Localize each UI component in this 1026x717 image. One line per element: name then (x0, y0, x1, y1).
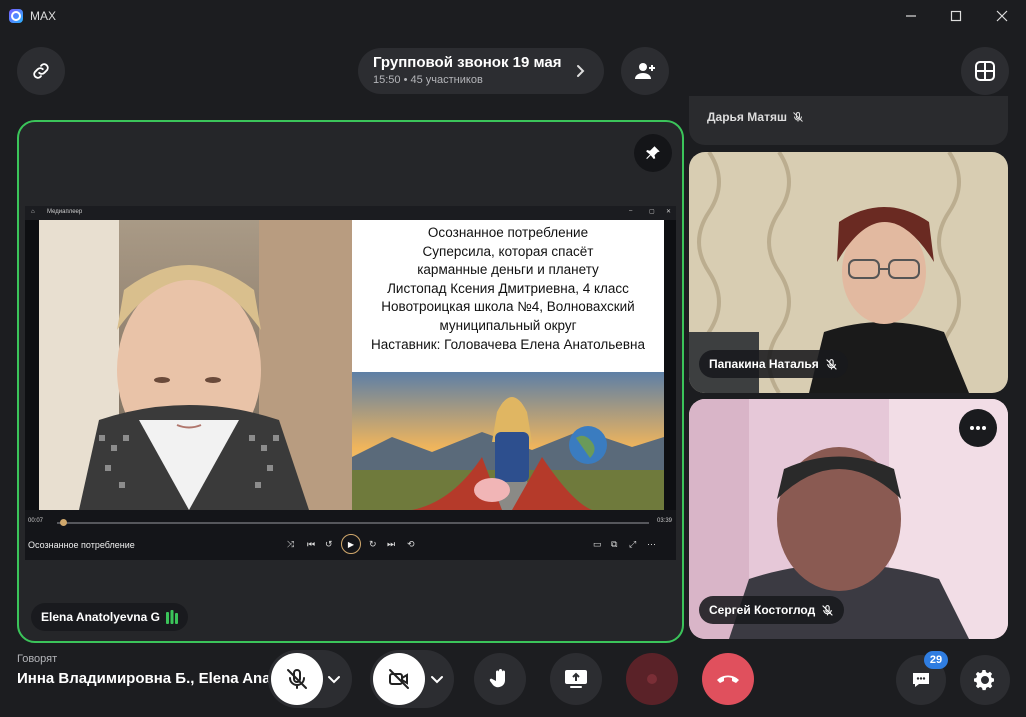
repeat-off-icon: ⟲ (407, 539, 415, 549)
screen-share: ⌂ Медиаплеер – ▢ ✕ Осознанное потреблени… (25, 206, 676, 560)
slide-line: Новотроицкая школа №4, Волновахский (381, 299, 635, 315)
main-video-tile[interactable]: ⌂ Медиаплеер – ▢ ✕ Осознанное потреблени… (17, 120, 684, 643)
seek-bar (57, 522, 649, 524)
gear-icon (974, 670, 994, 691)
participant-name: Дарья Матяш (707, 110, 787, 124)
participant-tile[interactable]: Сергей Костоглод (689, 399, 1008, 639)
rewind-icon: ↺ (325, 539, 333, 549)
call-info-button[interactable]: Групповой звонок 19 мая 15:50 • 45 участ… (358, 48, 604, 94)
mic-off-icon (793, 111, 803, 122)
shuffle-icon: ⤨ (287, 539, 295, 549)
slide-line: Наставник: Головачева Елена Анатольевна (371, 336, 645, 352)
pin-icon (646, 146, 660, 159)
end-call-button[interactable] (702, 653, 754, 705)
mic-off-icon (287, 668, 307, 689)
microphone-options-button[interactable] (325, 670, 343, 693)
participant-tile[interactable]: Папакина Наталья (689, 152, 1008, 393)
mp-close-icon: ✕ (666, 209, 672, 215)
chevron-right-icon (577, 65, 585, 77)
slide-line: муниципальный округ (439, 317, 577, 333)
call-title: Групповой звонок 19 мая (373, 54, 562, 71)
time-current: 00:07 (28, 518, 44, 524)
media-player-controls: 00:07 03:39 Осознанное потребление ⤨ ⏮ ↺… (25, 510, 676, 560)
home-icon: ⌂ (31, 209, 35, 215)
slide-line: карманные деньги и планету (417, 262, 599, 278)
copy-link-button[interactable] (17, 47, 65, 95)
participant-name: Elena Anatolyevna G (41, 610, 160, 624)
mic-off-icon (826, 358, 837, 370)
student-video (39, 220, 352, 510)
speaking-names: Инна Владимировна Б., Elena Ana... (17, 670, 284, 687)
slide-line: Суперсила, которая спасёт (422, 243, 594, 259)
next-icon: ⏭ (387, 539, 396, 549)
mp-maximize-icon: ▢ (649, 209, 655, 215)
add-user-icon (635, 63, 655, 79)
participant-name: Сергей Костоглод (709, 603, 816, 617)
participant-name-chip: Дарья Матяш (697, 104, 814, 130)
slide-line: Осознанное потребление (427, 225, 589, 240)
participant-tile[interactable]: Дарья Матяш (689, 96, 1008, 145)
cast-icon: ⧉ (611, 539, 618, 549)
previous-icon: ⏮ (307, 539, 316, 549)
title-bar: MAX (0, 0, 1026, 32)
camera-off-icon (389, 669, 409, 689)
layout-grid-button[interactable] (961, 47, 1009, 95)
presentation-slide: Осознанное потребление Суперсила, котора… (352, 220, 664, 510)
forward-icon: ↻ (369, 539, 377, 549)
fullscreen-icon: ⤢ (629, 539, 637, 549)
participant-name-chip: Сергей Костоглод (699, 596, 845, 624)
grid-icon (975, 61, 995, 81)
slide-line: Листопад Ксения Дмитриевна, 4 класс (387, 280, 629, 296)
participant-name: Папакина Наталья (709, 357, 819, 371)
hand-icon (489, 669, 505, 688)
play-icon: ▶ (341, 534, 361, 554)
share-screen-button[interactable] (550, 653, 602, 705)
mic-off-icon (822, 604, 833, 616)
slide-illustration (352, 372, 664, 510)
record-button[interactable] (626, 653, 678, 705)
chat-icon (913, 673, 929, 687)
speaking-label: Говорят (17, 653, 58, 665)
chevron-down-icon (328, 676, 340, 684)
camera-options-button[interactable] (428, 670, 446, 693)
max-logo-icon (9, 9, 23, 23)
microphone-toggle-button[interactable] (271, 653, 323, 705)
subtitles-icon: ▭ (593, 539, 602, 549)
time-total: 03:39 (657, 518, 673, 524)
minimize-icon[interactable] (901, 6, 921, 26)
mp-minimize-icon: – (629, 208, 633, 214)
link-icon (33, 63, 49, 79)
maximize-icon[interactable] (946, 6, 966, 26)
slide-text: Осознанное потребление Суперсила, котора… (352, 224, 664, 354)
record-icon (647, 674, 657, 684)
settings-button[interactable] (960, 655, 1010, 705)
speaking-indicator-icon (165, 610, 178, 624)
chevron-down-icon (431, 676, 443, 684)
raise-hand-button[interactable] (474, 653, 526, 705)
more-horizontal-icon (970, 426, 986, 430)
call-subtitle: 15:50 • 45 участников (373, 74, 483, 86)
hang-up-icon (717, 675, 739, 683)
add-participant-button[interactable] (621, 47, 669, 95)
screen-share-icon (565, 670, 587, 688)
app-title: MAX (30, 9, 57, 23)
more-icon: ⋯ (647, 539, 656, 549)
more-options-button[interactable] (959, 409, 997, 447)
close-icon[interactable] (992, 6, 1012, 26)
bottom-bar: Говорят Инна Владимировна Б., Elena Ana.… (0, 645, 1026, 717)
seek-thumb (59, 519, 67, 526)
pin-button[interactable] (634, 134, 672, 172)
media-player-titlebar: ⌂ Медиаплеер – ▢ ✕ (25, 206, 676, 220)
media-player-title: Медиаплеер (47, 209, 83, 215)
chat-unread-badge: 29 (924, 651, 948, 669)
track-title: Осознанное потребление (28, 540, 135, 550)
participant-name-chip: Elena Anatolyevna G (31, 603, 188, 631)
camera-toggle-button[interactable] (373, 653, 425, 705)
participant-name-chip: Папакина Наталья (699, 350, 848, 378)
